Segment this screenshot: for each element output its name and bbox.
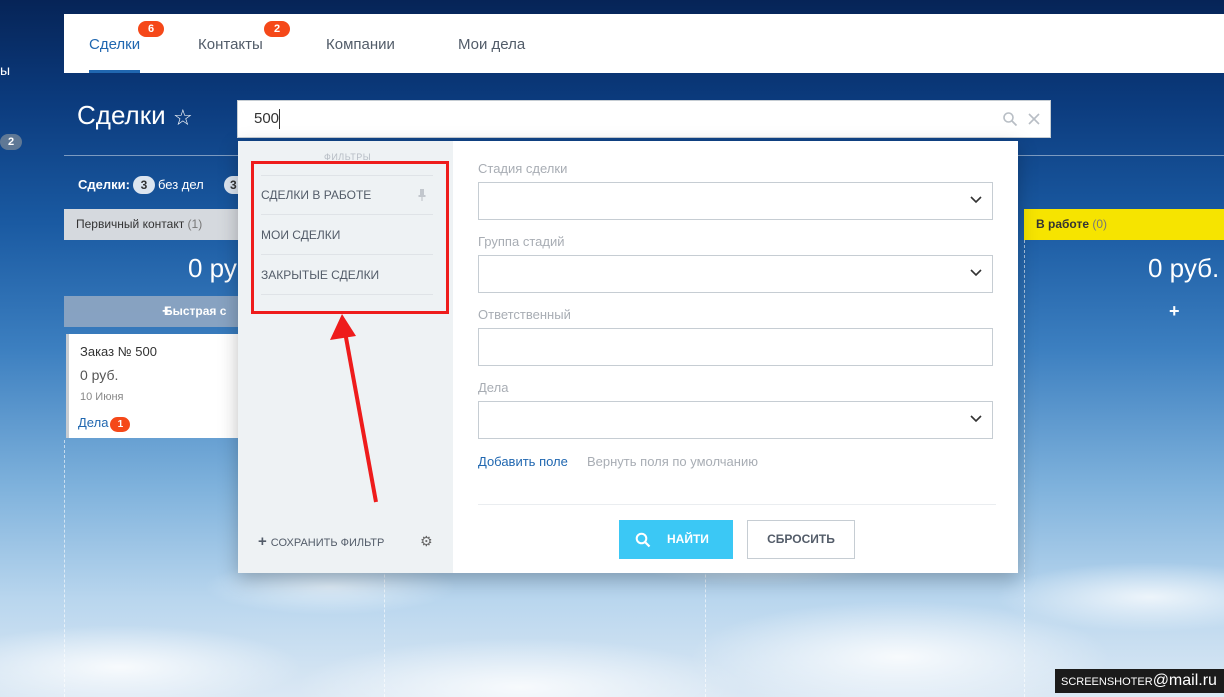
- counter-badge[interactable]: 3: [132, 176, 155, 194]
- tab-contacts[interactable]: Контакты: [198, 14, 263, 73]
- chevron-down-icon: [970, 415, 982, 423]
- reset-button[interactable]: СБРОСИТЬ: [747, 520, 855, 559]
- watermark: SCREENSHOTER@mail.ru: [1055, 669, 1224, 693]
- counters-label: Сделки:: [78, 177, 130, 192]
- field-label-deal-stage: Стадия сделки: [478, 161, 568, 176]
- column-count: (0): [1092, 217, 1108, 231]
- deal-date: 10 Июня: [80, 391, 124, 403]
- tab-deals[interactable]: Сделки: [89, 14, 141, 73]
- plus-icon: +: [162, 303, 172, 320]
- tab-label: Контакты: [198, 36, 263, 53]
- deal-card[interactable]: Заказ № 500 0 руб. 10 Июня Дела 1: [66, 334, 244, 438]
- search-icon[interactable]: [1002, 111, 1018, 127]
- responsible-input[interactable]: [478, 328, 993, 366]
- find-label: НАЙТИ: [667, 532, 709, 546]
- tab-label: Сделки: [89, 36, 141, 53]
- text-caret: [279, 109, 280, 129]
- quick-add-label: Быстрая с: [164, 304, 227, 318]
- page-title: Сделки: [77, 100, 166, 130]
- plus-icon: +: [258, 533, 267, 550]
- column-header-in-progress: В работе (0): [1024, 209, 1224, 240]
- search-input[interactable]: 500: [237, 100, 1051, 138]
- sidebar-badge: 2: [0, 134, 22, 150]
- quick-add-plus-icon[interactable]: +: [1169, 301, 1180, 322]
- gear-icon[interactable]: ⚙: [420, 533, 433, 550]
- tab-my-activities[interactable]: Мои дела: [458, 14, 525, 73]
- search-value: 500: [254, 110, 280, 127]
- find-button[interactable]: НАЙТИ: [619, 520, 733, 559]
- tab-companies[interactable]: Компании: [326, 14, 395, 73]
- annotation-highlight-box: [251, 161, 449, 314]
- field-label-activities: Дела: [478, 380, 509, 395]
- activities-select[interactable]: [478, 401, 993, 439]
- annotation-arrow: [330, 314, 378, 503]
- deal-title[interactable]: Заказ № 500: [80, 344, 157, 359]
- save-filter-label: СОХРАНИТЬ ФИЛЬТР: [270, 537, 385, 549]
- watermark-right: @mail.ru: [1152, 672, 1217, 689]
- field-label-stage-group: Группа стадий: [478, 234, 565, 249]
- restore-default-fields-link[interactable]: Вернуть поля по умолчанию: [587, 454, 758, 469]
- divider: [478, 504, 996, 505]
- deal-stage-select[interactable]: [478, 182, 993, 220]
- column-header-primary-contact: Первичный контакт (1): [64, 209, 244, 240]
- counters-suffix: без дел: [157, 177, 204, 192]
- deal-activities-link[interactable]: Дела 1: [78, 415, 131, 432]
- field-label-responsible: Ответственный: [478, 307, 571, 322]
- tab-label: Мои дела: [458, 36, 526, 53]
- activities-badge: 1: [110, 417, 131, 432]
- deal-sum: 0 руб.: [80, 367, 119, 383]
- top-tabs-bar: Сделки 6 Контакты 2 Компании Мои дела: [64, 14, 1224, 73]
- watermark-left: SCREENSHOTER: [1061, 676, 1153, 688]
- tab-deals-badge: 6: [138, 21, 164, 37]
- column-border: [64, 440, 65, 697]
- star-icon[interactable]: ☆: [173, 105, 193, 131]
- add-field-link[interactable]: Добавить поле: [478, 454, 568, 469]
- tab-label: Компании: [326, 36, 395, 53]
- deal-counters: Сделки: 3 без дел: [78, 176, 204, 194]
- column-count: (1): [187, 217, 203, 231]
- chevron-down-icon: [970, 269, 982, 277]
- tab-contacts-badge: 2: [264, 21, 290, 37]
- search-icon: [635, 532, 651, 548]
- column-title: В работе: [1036, 217, 1089, 231]
- stage-group-select[interactable]: [478, 255, 993, 293]
- column-title: Первичный контакт: [76, 217, 185, 231]
- sidebar-fragment: ы: [0, 62, 11, 78]
- save-filter-button[interactable]: + СОХРАНИТЬ ФИЛЬТР: [258, 533, 384, 550]
- counter-badge-2[interactable]: 3: [224, 176, 238, 194]
- chevron-down-icon: [970, 196, 982, 204]
- activities-label: Дела: [78, 415, 109, 430]
- column-sum: 0 руб.: [1148, 253, 1220, 283]
- column-border: [1024, 240, 1025, 697]
- quick-add-button[interactable]: + Быстрая с: [64, 296, 244, 327]
- close-icon[interactable]: [1026, 111, 1042, 127]
- column-sum: 0 ру: [188, 253, 237, 283]
